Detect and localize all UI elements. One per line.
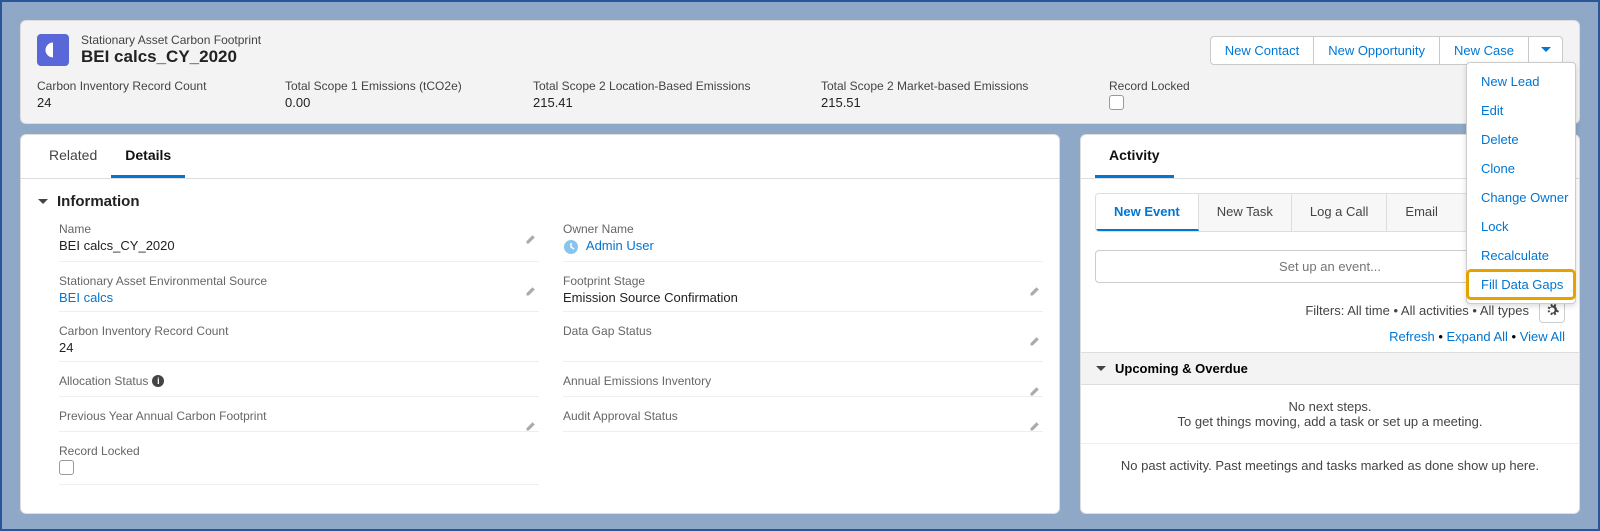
menu-edit[interactable]: Edit xyxy=(1467,96,1575,125)
more-actions-button[interactable] xyxy=(1529,36,1563,65)
edit-pencil-icon[interactable] xyxy=(525,232,539,246)
menu-clone[interactable]: Clone xyxy=(1467,154,1575,183)
clock-icon xyxy=(563,239,579,255)
field-value: Emission Source Confirmation xyxy=(563,290,1043,305)
tab-related[interactable]: Related xyxy=(35,135,111,178)
field-label: Previous Year Annual Carbon Footprint xyxy=(59,409,539,423)
no-next-text: No next steps. xyxy=(1095,399,1565,414)
source-link[interactable]: BEI calcs xyxy=(59,290,113,305)
stat-label: Total Scope 2 Market-based Emissions xyxy=(821,79,1061,93)
no-past-text: No past activity. Past meetings and task… xyxy=(1081,443,1579,487)
menu-lock[interactable]: Lock xyxy=(1467,212,1575,241)
tab-new-task[interactable]: New Task xyxy=(1199,194,1292,231)
chevron-down-icon xyxy=(37,196,49,208)
stat-label: Total Scope 2 Location-Based Emissions xyxy=(533,79,773,93)
new-contact-button[interactable]: New Contact xyxy=(1210,36,1314,65)
field-label: Data Gap Status xyxy=(563,324,1043,338)
tab-activity[interactable]: Activity xyxy=(1095,135,1174,178)
edit-pencil-icon[interactable] xyxy=(1029,334,1043,348)
field-label: Record Locked xyxy=(59,444,539,458)
edit-pencil-icon[interactable] xyxy=(525,419,539,433)
section-information[interactable]: Information xyxy=(21,179,1059,218)
section-title: Information xyxy=(57,193,140,210)
record-locked-checkbox xyxy=(59,460,74,475)
stat-value: 0.00 xyxy=(285,95,485,110)
no-next-sub: To get things moving, add a task or set … xyxy=(1095,414,1565,429)
edit-pencil-icon[interactable] xyxy=(525,284,539,298)
upcoming-section[interactable]: Upcoming & Overdue xyxy=(1081,352,1579,385)
upcoming-label: Upcoming & Overdue xyxy=(1115,361,1248,376)
new-case-button[interactable]: New Case xyxy=(1440,36,1529,65)
field-label: Annual Emissions Inventory xyxy=(563,374,1043,388)
object-type-label: Stationary Asset Carbon Footprint xyxy=(81,33,261,47)
view-all-link[interactable]: View All xyxy=(1520,329,1565,344)
tab-log-call[interactable]: Log a Call xyxy=(1292,194,1388,231)
filters-text: Filters: All time • All activities • All… xyxy=(1305,303,1529,318)
record-locked-checkbox xyxy=(1109,95,1124,110)
menu-delete[interactable]: Delete xyxy=(1467,125,1575,154)
expand-all-link[interactable]: Expand All xyxy=(1446,329,1507,344)
field-label: Carbon Inventory Record Count xyxy=(59,324,539,338)
new-opportunity-button[interactable]: New Opportunity xyxy=(1314,36,1440,65)
field-label: Owner Name xyxy=(563,222,1043,236)
header-action-group: New Contact New Opportunity New Case xyxy=(1210,36,1563,65)
footprint-icon xyxy=(37,34,69,66)
stat-value: 215.51 xyxy=(821,95,1061,110)
menu-new-lead[interactable]: New Lead xyxy=(1467,67,1575,96)
actions-dropdown: New Lead Edit Delete Clone Change Owner … xyxy=(1466,62,1576,304)
stat-label: Total Scope 1 Emissions (tCO2e) xyxy=(285,79,485,93)
edit-pencil-icon[interactable] xyxy=(1029,419,1043,433)
field-label: Stationary Asset Environmental Source xyxy=(59,274,539,288)
highlight-panel: Carbon Inventory Record Count 24 Total S… xyxy=(37,79,1563,123)
refresh-link[interactable]: Refresh xyxy=(1389,329,1435,344)
field-label: Allocation Statusi xyxy=(59,374,539,388)
stat-value: 215.41 xyxy=(533,95,773,110)
field-value: 24 xyxy=(59,340,539,355)
record-title: BEI calcs_CY_2020 xyxy=(81,47,261,67)
chevron-down-icon xyxy=(1095,363,1107,375)
field-label: Name xyxy=(59,222,539,236)
info-icon[interactable]: i xyxy=(152,375,164,387)
details-panel: Related Details Information Name BEI cal… xyxy=(20,134,1060,514)
field-label: Audit Approval Status xyxy=(563,409,1043,423)
stat-label: Carbon Inventory Record Count xyxy=(37,79,237,93)
tab-new-event[interactable]: New Event xyxy=(1096,194,1199,231)
field-label: Footprint Stage xyxy=(563,274,1043,288)
tab-details[interactable]: Details xyxy=(111,135,185,178)
stat-value: 24 xyxy=(37,95,237,110)
edit-pencil-icon[interactable] xyxy=(1029,284,1043,298)
record-header: Stationary Asset Carbon Footprint BEI ca… xyxy=(20,20,1580,124)
menu-fill-data-gaps[interactable]: Fill Data Gaps xyxy=(1467,270,1575,299)
field-value: BEI calcs_CY_2020 xyxy=(59,238,539,253)
owner-link[interactable]: Admin User xyxy=(586,238,654,253)
menu-recalculate[interactable]: Recalculate xyxy=(1467,241,1575,270)
stat-label: Record Locked xyxy=(1109,79,1259,93)
edit-pencil-icon[interactable] xyxy=(1029,384,1043,398)
menu-change-owner[interactable]: Change Owner xyxy=(1467,183,1575,212)
